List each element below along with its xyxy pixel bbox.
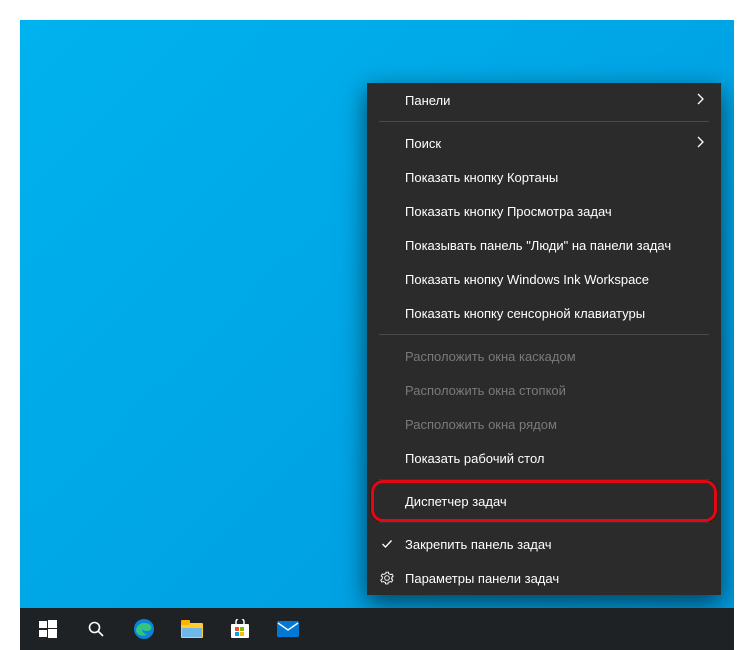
menu-item-label: Закрепить панель задач (405, 537, 552, 552)
store-icon (230, 619, 250, 639)
start-button[interactable] (24, 608, 72, 650)
chevron-right-icon (697, 136, 705, 151)
windows-logo-icon (39, 620, 57, 638)
menu-separator (379, 334, 709, 335)
menu-item-label: Панели (405, 93, 450, 108)
taskbar-search-button[interactable] (72, 608, 120, 650)
menu-item-label: Расположить окна рядом (405, 417, 557, 432)
menu-item-label: Поиск (405, 136, 441, 151)
menu-item-people-panel[interactable]: Показывать панель "Люди" на панели задач (367, 228, 721, 262)
menu-item-lock-taskbar[interactable]: Закрепить панель задач (367, 527, 721, 561)
menu-item-taskbar-settings[interactable]: Параметры панели задач (367, 561, 721, 595)
menu-item-task-view-button[interactable]: Показать кнопку Просмотра задач (367, 194, 721, 228)
menu-item-label: Параметры панели задач (405, 571, 559, 586)
highlight-ring: Диспетчер задач (375, 484, 713, 518)
taskbar-pinned-store[interactable] (216, 608, 264, 650)
taskbar-pinned-mail[interactable] (264, 608, 312, 650)
menu-item-ink-workspace-button[interactable]: Показать кнопку Windows Ink Workspace (367, 262, 721, 296)
menu-item-label: Показывать панель "Люди" на панели задач (405, 238, 671, 253)
menu-item-panels[interactable]: Панели (367, 83, 721, 117)
menu-item-stack-windows: Расположить окна стопкой (367, 373, 721, 407)
menu-item-label: Показать кнопку Кортаны (405, 170, 558, 185)
file-explorer-icon (181, 620, 203, 638)
taskbar (20, 608, 734, 650)
menu-item-label: Показать кнопку Просмотра задач (405, 204, 612, 219)
menu-item-label: Диспетчер задач (405, 494, 507, 509)
menu-item-show-desktop[interactable]: Показать рабочий стол (367, 441, 721, 475)
desktop: Панели Поиск Показать кнопку Кортаны Пок… (20, 20, 734, 650)
taskbar-pinned-edge[interactable] (120, 608, 168, 650)
taskbar-pinned-explorer[interactable] (168, 608, 216, 650)
menu-item-label: Расположить окна каскадом (405, 349, 576, 364)
menu-item-side-by-side-windows: Расположить окна рядом (367, 407, 721, 441)
menu-item-label: Показать кнопку Windows Ink Workspace (405, 272, 649, 287)
menu-item-touch-keyboard-button[interactable]: Показать кнопку сенсорной клавиатуры (367, 296, 721, 330)
menu-item-cortana-button[interactable]: Показать кнопку Кортаны (367, 160, 721, 194)
menu-item-label: Показать кнопку сенсорной клавиатуры (405, 306, 645, 321)
edge-icon (133, 618, 155, 640)
menu-separator (379, 121, 709, 122)
menu-separator (379, 479, 709, 480)
menu-separator (379, 522, 709, 523)
menu-item-label: Расположить окна стопкой (405, 383, 566, 398)
menu-item-label: Показать рабочий стол (405, 451, 544, 466)
checkmark-icon (379, 536, 395, 552)
menu-item-task-manager[interactable]: Диспетчер задач (375, 484, 713, 518)
menu-item-search[interactable]: Поиск (367, 126, 721, 160)
taskbar-context-menu: Панели Поиск Показать кнопку Кортаны Пок… (367, 83, 721, 595)
chevron-right-icon (697, 93, 705, 108)
gear-icon (379, 570, 395, 586)
search-icon (87, 620, 105, 638)
menu-item-cascade-windows: Расположить окна каскадом (367, 339, 721, 373)
mail-icon (277, 621, 299, 637)
